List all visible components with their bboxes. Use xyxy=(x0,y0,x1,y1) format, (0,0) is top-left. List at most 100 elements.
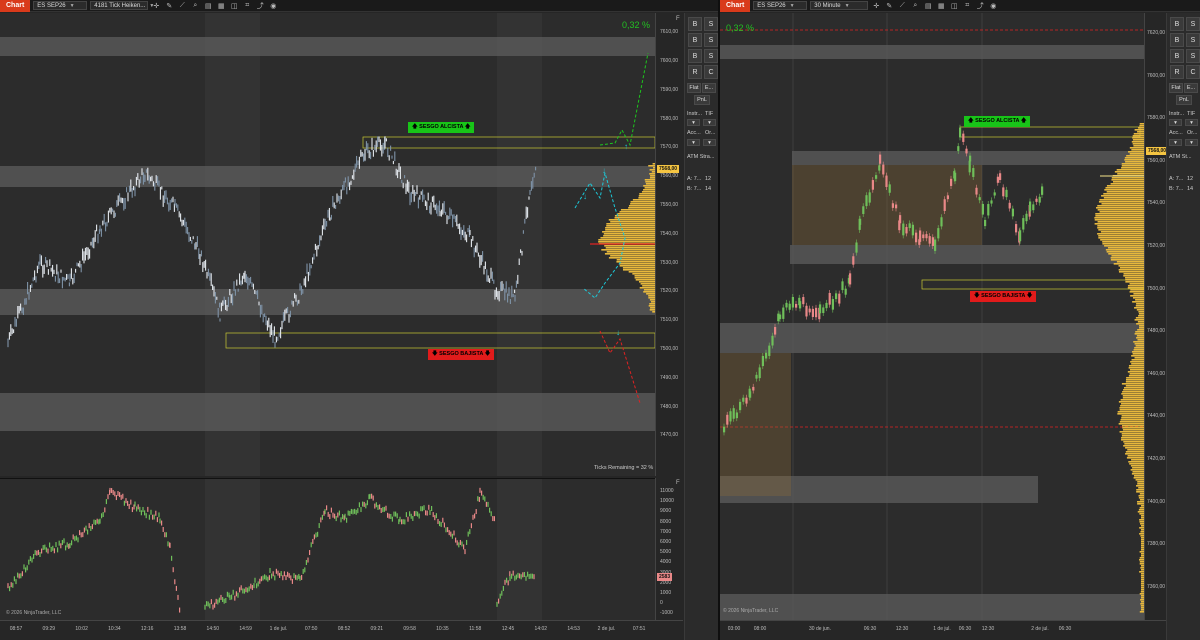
strategy-icon[interactable]: ◫ xyxy=(949,1,959,10)
candle xyxy=(849,273,852,285)
buy-button[interactable]: B xyxy=(1170,49,1184,63)
flat-button[interactable]: Flat xyxy=(1169,83,1183,93)
chevron-down-icon[interactable]: ▾ xyxy=(1169,119,1182,126)
bar-type-selector[interactable]: 30 Minute ▼ xyxy=(810,1,869,10)
tif-label[interactable]: TIF xyxy=(1187,111,1195,117)
bar-type-selector[interactable]: 4181 Tick Heiken... ▼ xyxy=(90,1,154,10)
chevron-down-icon[interactable]: ▾ xyxy=(703,119,716,126)
left-price-axis[interactable]: F 7610,00 7600,00 7590,00 7580,00 7570,00 756… xyxy=(655,13,683,476)
templates-icon[interactable]: ▦ xyxy=(216,1,226,10)
chart-menu-button[interactable]: Chart xyxy=(720,0,751,12)
right-price-axis[interactable]: 7620,00 7600,00 7580,00 7560,00 7540,00 7520,… xyxy=(1144,13,1169,620)
right-time-axis[interactable]: 03:00 08:00 30 de jun. 06:30 12:30 1 de jul. 0… xyxy=(720,620,1166,640)
instrument-label[interactable]: Instr... xyxy=(687,111,702,117)
left-time-axis[interactable]: 08:57 09:29 10:02 10:34 12:16 13:58 14:50 14:59… xyxy=(0,620,683,640)
reverse-button[interactable]: R xyxy=(688,65,702,79)
properties-icon[interactable]: ▤ xyxy=(203,1,213,10)
exit-button[interactable]: E... xyxy=(1184,83,1198,93)
candle xyxy=(950,178,953,186)
indicator-chart xyxy=(7,479,542,621)
candle xyxy=(822,307,825,314)
reverse-button[interactable]: R xyxy=(1170,65,1184,79)
eye-icon[interactable]: ◉ xyxy=(268,1,278,10)
flat-button[interactable]: Flat xyxy=(687,83,701,93)
right-price-panel[interactable]: 0,32 % 🡅 SESGO ALCISTA 🡅 🡇 SESGO BAJISTA… xyxy=(720,13,1144,620)
draw-tools-icon[interactable]: ⟋ xyxy=(177,1,187,10)
tif-label[interactable]: TIF xyxy=(705,111,713,117)
close-button[interactable]: C xyxy=(704,65,718,79)
candle xyxy=(1041,186,1044,195)
chevron-down-icon[interactable]: ▾ xyxy=(1185,139,1198,146)
price-tick-label: 7470,00 xyxy=(660,432,679,439)
instrument-selector[interactable]: ES SEP26 ▼ xyxy=(753,1,808,10)
volume-profile-bar xyxy=(1129,283,1144,285)
share-icon[interactable]: ⤴ xyxy=(255,1,265,10)
account-label[interactable]: Acc... xyxy=(1169,130,1183,136)
share-icon[interactable]: ⤴ xyxy=(975,1,985,10)
zoom-icon[interactable]: ⌕ xyxy=(190,1,200,10)
instrument-label[interactable]: Instr... xyxy=(1169,111,1184,117)
instrument-selector[interactable]: ES SEP26 ▼ xyxy=(33,1,88,10)
crosshair-icon[interactable]: ✛ xyxy=(151,1,161,10)
sell-button[interactable]: S xyxy=(704,17,718,31)
quote-value: A: 7... xyxy=(687,176,702,182)
candle xyxy=(729,411,732,422)
candle xyxy=(808,308,811,313)
draw-tools-icon[interactable]: ⟋ xyxy=(897,1,907,10)
volume-profile-bar xyxy=(608,257,655,259)
time-tick-label: 10:34 xyxy=(108,626,121,632)
right-chart-window: Chart ES SEP26 ▼ 30 Minute ▼ ✛ ✎ ⟋ ⌕ ▤ ▦… xyxy=(720,0,1200,640)
eye-icon[interactable]: ◉ xyxy=(988,1,998,10)
buy-button[interactable]: B xyxy=(688,17,702,31)
close-button[interactable]: C xyxy=(1186,65,1200,79)
left-indicator-panel[interactable]: © 2026 NinjaTrader, LLC xyxy=(0,478,655,621)
strategy-icon[interactable]: ◫ xyxy=(229,1,239,10)
candle xyxy=(862,206,865,214)
properties-icon[interactable]: ▤ xyxy=(923,1,933,10)
draw-icon[interactable]: ✎ xyxy=(164,1,174,10)
chevron-down-icon[interactable]: ▾ xyxy=(1185,119,1198,126)
order-label[interactable]: Or... xyxy=(1187,130,1197,136)
left-indicator-axis[interactable]: F 11000100009000800070006000500040003000… xyxy=(655,478,683,620)
templates-icon[interactable]: ▦ xyxy=(936,1,946,10)
volume-profile-bar xyxy=(1099,199,1144,201)
sell-button[interactable]: S xyxy=(704,49,718,63)
atm-strategy-label[interactable]: ATM Stra... xyxy=(687,154,714,160)
chevron-down-icon[interactable]: ▾ xyxy=(1169,139,1182,146)
pnl-button[interactable]: PnL xyxy=(1176,95,1192,105)
order-label[interactable]: Or... xyxy=(705,130,715,136)
candle xyxy=(1025,213,1028,222)
sell-button[interactable]: S xyxy=(1186,33,1200,47)
buy-button[interactable]: B xyxy=(688,49,702,63)
crosshair-icon[interactable]: ✛ xyxy=(871,1,881,10)
chevron-down-icon[interactable]: ▾ xyxy=(687,139,700,146)
volume-profile-bar xyxy=(1097,205,1144,207)
left-price-panel[interactable]: ↓ ↑ ↓ ↓ 0,32 % 🡅 SESGO ALCISTA 🡅 🡇 SESGO BA… xyxy=(0,13,655,476)
candle xyxy=(943,199,946,211)
sell-button[interactable]: S xyxy=(1186,17,1200,31)
indicator-icon[interactable]: ⌗ xyxy=(242,1,252,10)
pnl-button[interactable]: PnL xyxy=(694,95,710,105)
atm-strategy-label[interactable]: ATM St... xyxy=(1169,154,1192,160)
account-label[interactable]: Acc... xyxy=(687,130,701,136)
sell-button[interactable]: S xyxy=(704,33,718,47)
buy-button[interactable]: B xyxy=(1170,17,1184,31)
draw-icon[interactable]: ✎ xyxy=(884,1,894,10)
chevron-down-icon[interactable]: ▾ xyxy=(687,119,700,126)
volume-profile-bar xyxy=(1097,227,1144,229)
chart-menu-button[interactable]: Chart xyxy=(0,0,31,12)
volume-profile-bar xyxy=(608,219,655,221)
volume-profile-bar xyxy=(1136,485,1144,487)
buy-button[interactable]: B xyxy=(688,33,702,47)
exit-button[interactable]: E... xyxy=(702,83,716,93)
volume-profile-bar xyxy=(1119,407,1144,409)
chevron-down-icon[interactable]: ▾ xyxy=(703,139,716,146)
volume-profile-bar xyxy=(1107,247,1144,249)
buy-button[interactable]: B xyxy=(1170,33,1184,47)
candle xyxy=(811,308,814,317)
sell-button[interactable]: S xyxy=(1186,49,1200,63)
indicator-icon[interactable]: ⌗ xyxy=(962,1,972,10)
zoom-icon[interactable]: ⌕ xyxy=(910,1,920,10)
candle xyxy=(1011,208,1014,217)
indicator-tick-label: -1000 xyxy=(660,610,673,617)
